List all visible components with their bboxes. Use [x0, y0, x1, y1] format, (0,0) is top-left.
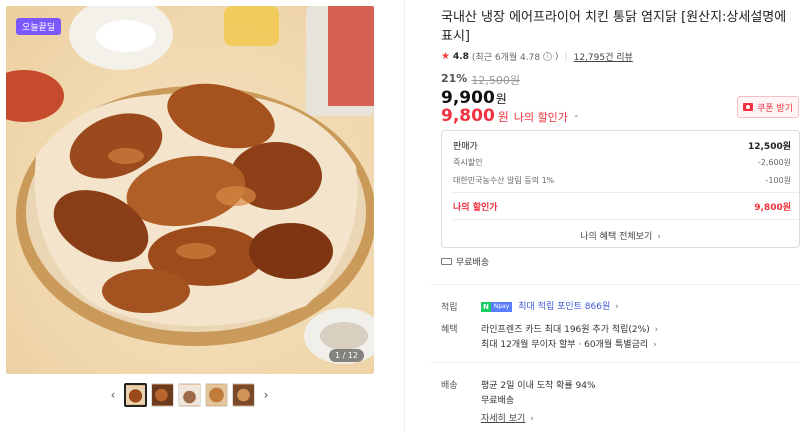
- sale-price-value: 9,900: [441, 88, 495, 108]
- info-icon[interactable]: i: [543, 52, 553, 61]
- my-price-total-row: 나의 할인가 9,800원: [453, 200, 791, 213]
- benefit-label: 혜택: [441, 325, 458, 335]
- rating-value: 4.8: [452, 51, 469, 62]
- installment-benefit: 최대 12개월 무이자 할부 · 60개월 특별금리: [481, 340, 649, 350]
- thumbnail[interactable]: [178, 383, 201, 407]
- chevron-up-icon[interactable]: ⌃: [573, 114, 580, 123]
- free-shipping-tag: 무료배송: [441, 255, 489, 268]
- coupon-label: 쿠폰 받기: [757, 103, 793, 114]
- delivery-estimate: 평균 2일 이내 도착 확률 94%: [481, 381, 596, 391]
- shipping-label: 무료배송: [456, 258, 490, 268]
- chicken-photo: [6, 6, 374, 364]
- price-breakdown-row: 판매가 12,500원: [453, 139, 791, 152]
- rating-recent-close: ): [555, 51, 559, 62]
- see-all-label: 나의 혜택 전체보기: [580, 232, 653, 242]
- delivery-details-link[interactable]: 자세히 보기 ›: [481, 411, 534, 424]
- chevron-right-icon: ›: [530, 414, 534, 424]
- details-label: 자세히 보기: [481, 414, 526, 424]
- npay-badge: N Npay: [481, 301, 513, 312]
- row-label: 대한민국농수산 알림 등의 1%: [453, 176, 555, 185]
- divider: [453, 219, 799, 220]
- coupon-icon: [743, 103, 753, 111]
- thumbnail[interactable]: [124, 383, 147, 407]
- review-count-link[interactable]: 12,795건 리뷰: [574, 50, 633, 63]
- thumbnail[interactable]: [151, 383, 174, 407]
- row-value: 9,800원: [754, 203, 791, 213]
- price-breakdown-row: 즉시할인 -2,600원: [453, 157, 791, 168]
- thumbnail[interactable]: [205, 383, 228, 407]
- discount-row: 21% 12,500원: [441, 72, 520, 88]
- chevron-left-icon[interactable]: ‹: [106, 388, 120, 402]
- max-point-text: 최대 적립 포인트 866원: [518, 302, 611, 312]
- row-label: 판매가: [453, 142, 478, 152]
- card-benefit: 라인프렌즈 카드 최대 196원 추가 적립(2%): [481, 325, 650, 335]
- my-price-value: 9,800: [441, 106, 495, 126]
- my-price-unit: 원: [497, 110, 509, 124]
- chevron-right-icon: ›: [654, 325, 659, 335]
- row-value: 12,500원: [747, 142, 791, 152]
- thumbnail[interactable]: [232, 383, 255, 407]
- deal-badge: 오늘끝딜: [16, 18, 62, 35]
- benefit-line[interactable]: 최대 12개월 무이자 할부 · 60개월 특별금리 ›: [481, 337, 657, 350]
- original-price: 12,500원: [471, 74, 520, 87]
- chevron-right-icon: ›: [615, 302, 619, 312]
- thumbnail-strip: ‹ ›: [106, 383, 273, 407]
- coupon-button[interactable]: 쿠폰 받기: [737, 96, 799, 118]
- my-discount-price[interactable]: 9,800 원 나의 할인가 ⌃: [441, 106, 580, 126]
- benefit-line[interactable]: 라인프렌즈 카드 최대 196원 추가 적립(2%) ›: [481, 322, 658, 335]
- point-label: 적립: [441, 303, 458, 313]
- star-icon: ★: [441, 51, 450, 62]
- price-breakdown-row: 대한민국농수산 알림 등의 1% -100원: [453, 175, 791, 186]
- rating-recent: (최근 6개월 4.78: [471, 53, 541, 63]
- discount-rate: 21%: [441, 72, 468, 85]
- product-title: 국내산 냉장 에어프라이어 치킨 통닭 염지닭 [원산지:상세설명에 표시]: [441, 10, 787, 44]
- truck-icon: [441, 258, 452, 265]
- point-row[interactable]: N Npay 최대 적립 포인트 866원 ›: [481, 299, 619, 312]
- see-all-benefits-link[interactable]: 나의 혜택 전체보기 ›: [442, 229, 799, 242]
- rating-row: ★ 4.8 (최근 6개월 4.78 i ) | 12,795건 리뷰: [441, 50, 633, 63]
- chevron-right-icon: ›: [653, 340, 657, 350]
- npay-label: Npay: [490, 301, 513, 312]
- sale-price: 9,900 원: [441, 88, 507, 108]
- delivery-label: 배송: [441, 381, 458, 391]
- row-value: -2,600원: [757, 158, 791, 167]
- divider: [430, 284, 800, 285]
- chevron-right-icon: ›: [657, 232, 661, 242]
- column-divider: [404, 0, 405, 432]
- divider: [453, 192, 799, 193]
- image-counter: 1 / 12: [328, 349, 364, 362]
- chevron-right-icon[interactable]: ›: [259, 388, 273, 402]
- row-label: 즉시할인: [453, 158, 483, 167]
- product-main-image[interactable]: 오늘끝딜 1 / 12: [6, 6, 374, 374]
- row-value: -100원: [765, 176, 791, 185]
- row-label: 나의 할인가: [453, 203, 498, 213]
- my-price-label: 나의 할인가: [513, 111, 568, 124]
- delivery-fee: 무료배송: [481, 396, 515, 406]
- separator: |: [564, 51, 568, 62]
- sale-price-unit: 원: [495, 92, 507, 106]
- npay-n: N: [481, 301, 491, 312]
- price-breakdown-box: 판매가 12,500원 즉시할인 -2,600원 대한민국농수산 알림 등의 1…: [441, 130, 800, 248]
- divider: [430, 362, 800, 363]
